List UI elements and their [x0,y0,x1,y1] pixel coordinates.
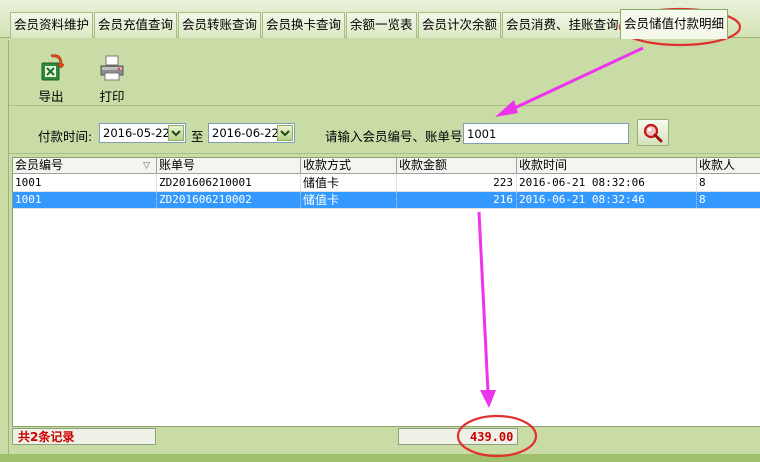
tab-stored-payment-detail[interactable]: 会员储值付款明细 [620,9,729,39]
export-label: 导出 [38,89,64,104]
cell-member-id: 1001 [13,175,157,191]
search-label: 请输入会员编号、账单号 [325,129,463,144]
cell-method: 储值卡 [301,175,397,191]
tab-bar: 会员资料维护 会员充值查询 会员转账查询 会员换卡查询 余额一览表 会员计次余额… [0,0,760,39]
cell-method: 储值卡 [301,192,397,208]
cell-amount: 216 [397,192,517,208]
column-header-cashier[interactable]: 收款人 [697,158,760,174]
sort-icon: ▽ [143,161,150,171]
export-button[interactable]: 导出 [29,54,73,104]
payment-time-label: 付款时间: [38,129,93,144]
filter-bar: 付款时间: 2016-05-22 至 2016-06-22 请输入会员编号、账单… [9,106,760,154]
cell-time: 2016-06-21 08:32:46 [517,192,697,208]
column-header-method[interactable]: 收款方式 [301,158,397,174]
table-row-selected[interactable]: 1001 ZD201606210002 储值卡 216 2016-06-21 0… [13,192,760,209]
search-button[interactable] [637,119,669,146]
print-button[interactable]: 打印 [90,54,134,104]
cell-member-id: 1001 [13,192,157,208]
magnifier-icon [643,123,663,143]
search-input[interactable] [463,123,629,144]
end-date-picker[interactable]: 2016-06-22 [208,123,295,143]
content-frame: 导出 打印 付款时间: 2016-05-22 至 2016-06-22 请输入会… [8,40,760,454]
printer-icon [99,54,125,82]
window-bottom-edge [0,454,760,462]
cell-cashier: 8 [697,175,760,191]
column-header-bill-no[interactable]: 账单号 [157,158,301,174]
tab-count-balance[interactable]: 会员计次余额 [418,12,502,38]
total-amount: 439.00 [470,430,514,444]
tab-consumption-query[interactable]: 会员消费、挂账查询 [502,12,623,38]
cell-time: 2016-06-21 08:32:06 [517,175,697,191]
start-date-picker[interactable]: 2016-05-22 [99,123,186,143]
table-row[interactable]: 1001 ZD201606210001 储值卡 223 2016-06-21 0… [13,175,760,192]
tab-balance-overview[interactable]: 余额一览表 [346,12,417,38]
record-count: 共2条记录 [18,430,75,444]
payment-detail-table: 会员编号 ▽ 账单号 收款方式 收款金额 收款时间 收款人 1001 ZD201… [12,157,760,427]
end-date-value: 2016-06-22 [212,126,279,140]
to-label: 至 [191,129,204,144]
tab-transfer-query[interactable]: 会员转账查询 [178,12,262,38]
table-header: 会员编号 ▽ 账单号 收款方式 收款金额 收款时间 收款人 [13,158,760,174]
table-footer: 共2条记录 [12,428,760,448]
cell-bill-no: ZD201606210001 [157,175,301,191]
export-excel-icon [38,54,66,82]
start-date-dropdown[interactable] [168,125,184,141]
chevron-down-icon [280,130,290,137]
column-header-member-id[interactable]: 会员编号 ▽ [13,158,157,174]
column-header-time[interactable]: 收款时间 [517,158,697,174]
start-date-value: 2016-05-22 [103,126,170,140]
tab-member-info[interactable]: 会员资料维护 [10,12,94,38]
cell-cashier: 8 [697,192,760,208]
tab-recharge-query[interactable]: 会员充值查询 [94,12,178,38]
tab-card-change-query[interactable]: 会员换卡查询 [262,12,346,38]
cell-bill-no: ZD201606210002 [157,192,301,208]
chevron-down-icon [171,130,181,137]
column-header-amount[interactable]: 收款金额 [397,158,517,174]
cell-amount: 223 [397,175,517,191]
record-count-box: 共2条记录 [12,428,156,445]
toolbar: 导出 打印 [9,40,760,106]
print-label: 打印 [99,89,125,104]
end-date-dropdown[interactable] [277,125,293,141]
